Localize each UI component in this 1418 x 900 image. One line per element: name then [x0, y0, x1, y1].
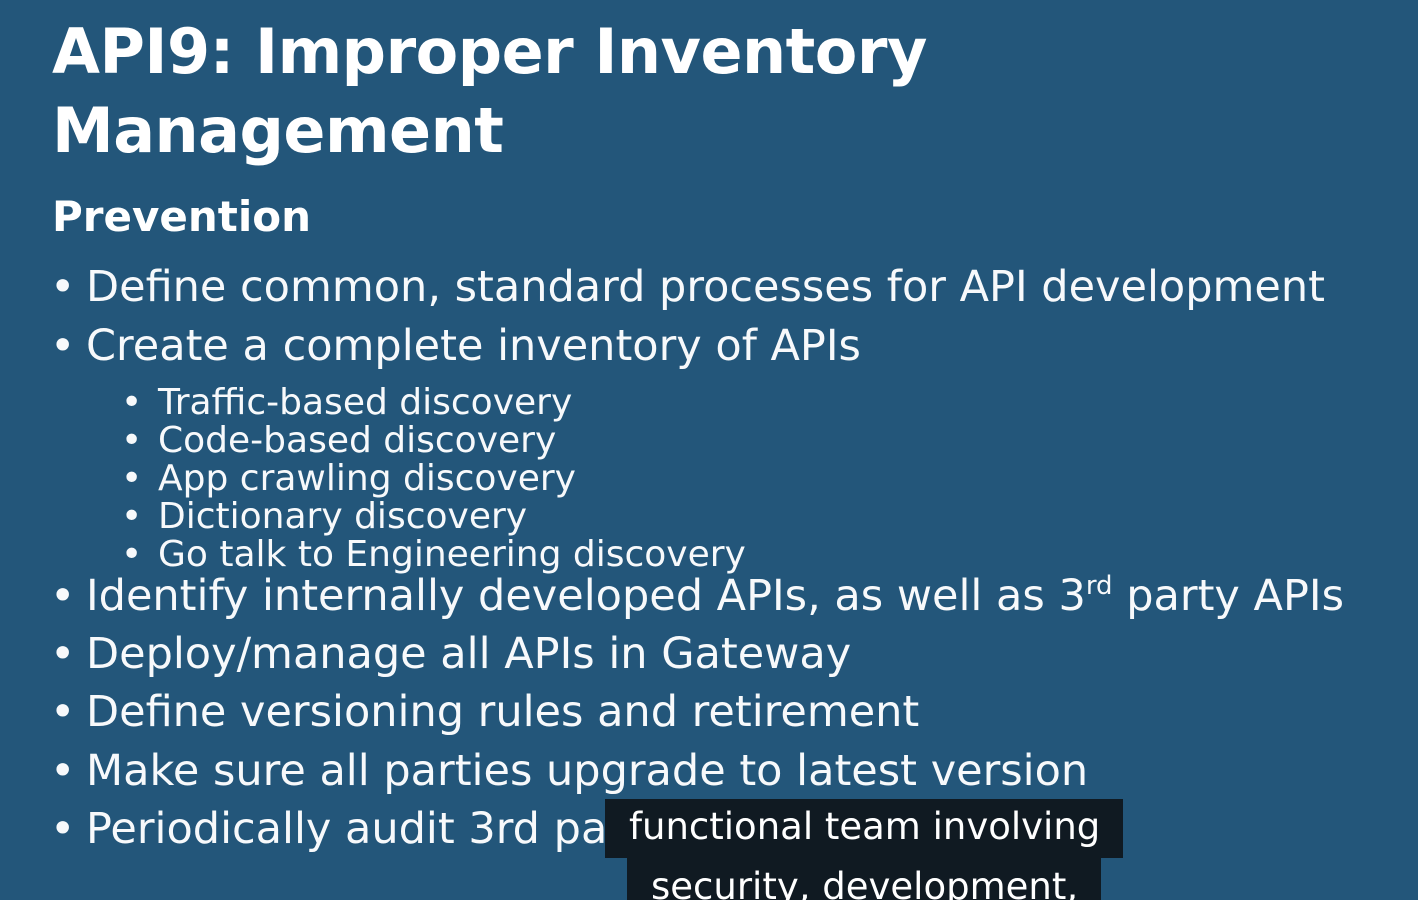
bullet-item: • Periodically audit 3rd pa — [50, 804, 607, 854]
bullet-item: • Identify internally developed APIs, as … — [50, 571, 1344, 621]
bullet-icon: • — [50, 571, 76, 621]
bullet-text: Periodically audit 3rd pa — [86, 804, 608, 854]
presentation-slide: API9: Improper Inventory Management Prev… — [0, 0, 1418, 900]
sub-bullet-text: App crawling discovery — [158, 458, 576, 499]
bullet-item: • Deploy/manage all APIs in Gateway — [50, 629, 851, 679]
bullet-icon: • — [50, 804, 76, 854]
sub-bullet-text: Go talk to Engineering discovery — [158, 534, 746, 575]
bullet-icon: • — [50, 746, 76, 796]
bullet-text-suffix: party APIs — [1112, 571, 1344, 621]
bullet-text: Identify internally developed APIs, as w… — [86, 571, 1086, 621]
bullet-text: Make sure all parties upgrade to latest … — [86, 746, 1089, 796]
bullet-item: • Define common, standard processes for A… — [50, 262, 1325, 312]
sub-bullet-item: • Code-based discovery — [121, 421, 556, 461]
bullet-item: • Create a complete inventory of APIs — [50, 321, 861, 371]
bullet-icon: • — [50, 687, 76, 737]
sub-bullet-icon: • — [121, 420, 143, 461]
sub-bullet-item: • Go talk to Engineering discovery — [121, 535, 746, 575]
bullet-list: • Define common, standard processes for A… — [0, 0, 1418, 900]
sub-bullet-text: Traffic-based discovery — [158, 382, 573, 423]
bullet-text: Deploy/manage all APIs in Gateway — [86, 629, 852, 679]
sub-bullet-item: • Dictionary discovery — [121, 497, 527, 537]
sub-bullet-item: • App crawling discovery — [121, 459, 576, 499]
sub-bullet-icon: • — [121, 496, 143, 537]
sub-bullet-icon: • — [121, 534, 143, 575]
bullet-item: • Make sure all parties upgrade to latest… — [50, 746, 1088, 796]
sub-bullet-text: Code-based discovery — [158, 420, 557, 461]
bullet-text: Define common, standard processes for AP… — [86, 262, 1325, 312]
subtitle-caption-line-2: security, development, — [627, 858, 1101, 900]
sub-bullet-text: Dictionary discovery — [158, 496, 528, 537]
bullet-icon: • — [50, 262, 76, 312]
bullet-icon: • — [50, 629, 76, 679]
bullet-text: Create a complete inventory of APIs — [86, 321, 861, 371]
sub-bullet-icon: • — [121, 382, 143, 423]
sub-bullet-item: • Traffic-based discovery — [121, 383, 572, 423]
bullet-icon: • — [50, 321, 76, 371]
bullet-item: • Define versioning rules and retirement — [50, 687, 919, 737]
subtitle-caption-line-1: functional team involving — [605, 799, 1123, 858]
ordinal-superscript: rd — [1085, 571, 1113, 601]
bullet-text: Define versioning rules and retirement — [86, 687, 920, 737]
sub-bullet-icon: • — [121, 458, 143, 499]
